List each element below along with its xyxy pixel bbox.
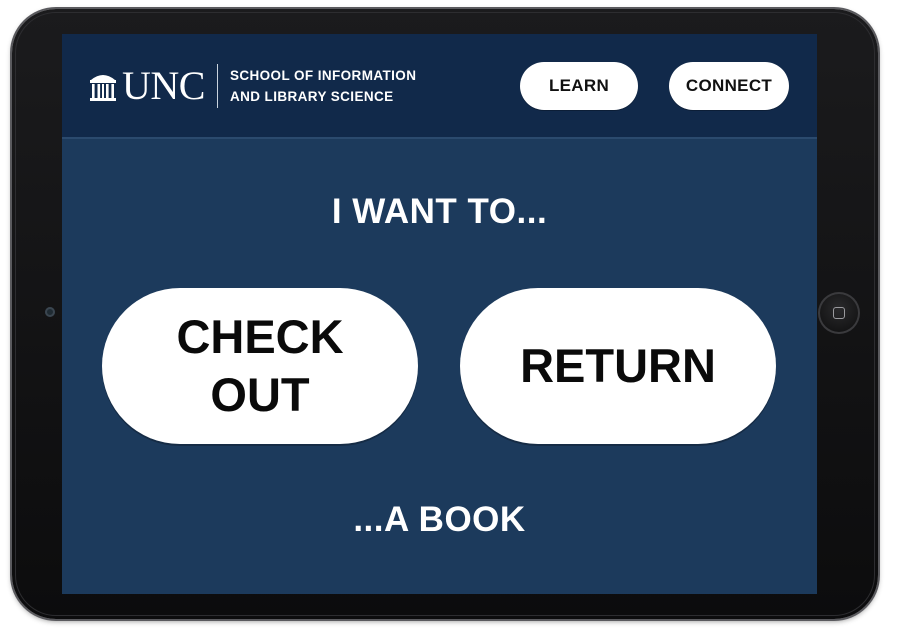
check-out-label-line-2: OUT xyxy=(210,368,310,421)
old-well-icon xyxy=(90,75,116,101)
connect-button[interactable]: CONNECT xyxy=(669,62,789,110)
school-name-line-2: AND LIBRARY SCIENCE xyxy=(229,89,394,104)
check-out-label-line-1: CHECK xyxy=(176,310,344,363)
home-button[interactable] xyxy=(818,292,860,334)
unc-sils-logo[interactable]: UNC SCHOOL OF INFORMATION AND LIBRARY SC… xyxy=(88,64,416,108)
check-out-label: CHECK OUT xyxy=(176,308,343,424)
return-button[interactable]: RETURN xyxy=(460,288,776,444)
learn-button[interactable]: LEARN xyxy=(520,62,638,110)
return-label: RETURN xyxy=(520,339,716,392)
prompt-heading: I WANT TO... xyxy=(331,192,548,231)
logo-divider xyxy=(216,64,218,108)
home-button-icon xyxy=(833,307,845,319)
school-name: SCHOOL OF INFORMATION AND LIBRARY SCIENC… xyxy=(230,65,416,107)
prompt-subheading: ...A BOOK xyxy=(353,500,526,539)
school-name-line-1: SCHOOL OF INFORMATION xyxy=(229,68,417,83)
camera-icon xyxy=(45,307,55,317)
stage: UNC SCHOOL OF INFORMATION AND LIBRARY SC… xyxy=(0,0,900,629)
check-out-button[interactable]: CHECK OUT xyxy=(102,288,418,444)
app-header: UNC SCHOOL OF INFORMATION AND LIBRARY SC… xyxy=(62,34,817,139)
app-screen: UNC SCHOOL OF INFORMATION AND LIBRARY SC… xyxy=(62,34,817,594)
unc-wordmark: UNC xyxy=(122,63,205,108)
